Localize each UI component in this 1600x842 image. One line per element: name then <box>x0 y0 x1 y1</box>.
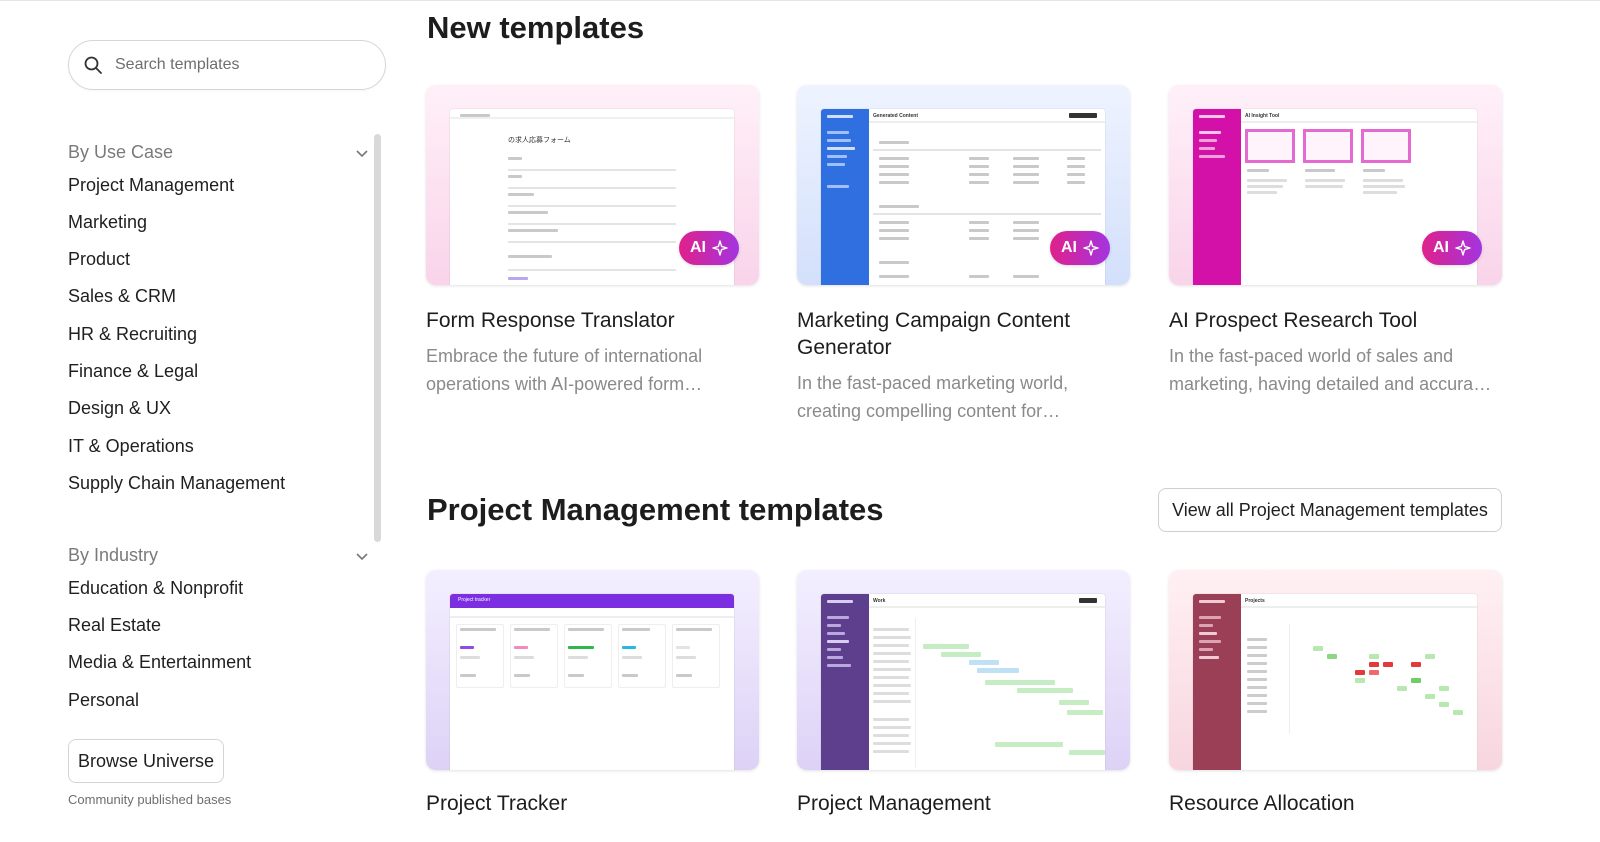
template-card-marketing-campaign[interactable]: Generated Content AI Marketing Campaign … <box>797 85 1131 421</box>
thumbnail-title: Generated Content <box>873 113 919 119</box>
card-title[interactable]: Resource Allocation <box>1169 790 1499 817</box>
thumbnail-sidebar <box>821 109 869 285</box>
browse-universe-button[interactable]: Browse Universe <box>68 739 224 783</box>
search-icon <box>84 56 102 74</box>
pm-templates-title: Project Management templates <box>427 492 884 527</box>
thumbnail-window: Work <box>821 594 1105 770</box>
use-case-heading-label: By Use Case <box>68 142 174 162</box>
card-title[interactable]: AI Prospect Research Tool <box>1169 307 1499 334</box>
template-card-resource-allocation[interactable]: Projects Resource Allocation <box>1169 570 1503 815</box>
ai-badge-label: AI <box>1061 239 1077 256</box>
sidebar-item-marketing[interactable]: Marketing <box>68 211 147 233</box>
sidebar-item-education-nonprofit[interactable]: Education & Nonprofit <box>68 577 243 599</box>
template-card-ai-prospect-research[interactable]: AI Insight Tool AI AI Prospect Research … <box>1169 85 1503 394</box>
thumbnail-window: Project tracker <box>450 594 734 770</box>
thumbnail-window: Projects <box>1193 594 1477 770</box>
ai-badge: AI <box>1422 231 1482 265</box>
sparkle-icon <box>1455 240 1471 256</box>
sparkle-icon <box>1083 240 1099 256</box>
search-box[interactable] <box>68 40 386 90</box>
ai-badge-label: AI <box>690 239 706 256</box>
card-title[interactable]: Marketing Campaign Content Generator <box>797 307 1127 361</box>
template-thumbnail[interactable]: Generated Content AI <box>797 85 1130 285</box>
thumbnail-sidebar <box>1193 109 1241 285</box>
new-templates-title: New templates <box>427 10 645 45</box>
sidebar-item-product[interactable]: Product <box>68 248 130 270</box>
browse-universe-subtext: Community published bases <box>68 792 232 807</box>
template-thumbnail[interactable]: Project tracker <box>426 570 759 770</box>
sidebar-scrollbar[interactable] <box>374 134 381 542</box>
card-title[interactable]: Form Response Translator <box>426 307 756 334</box>
thumbnail-title: AI Insight Tool <box>1245 113 1280 119</box>
sidebar-item-supply-chain[interactable]: Supply Chain Management <box>68 472 285 494</box>
sidebar-item-finance-legal[interactable]: Finance & Legal <box>68 360 198 382</box>
template-thumbnail[interactable]: の求人応募フォーム AI <box>426 85 759 285</box>
sidebar-item-media-entertainment[interactable]: Media & Entertainment <box>68 651 251 673</box>
template-card-form-response-translator[interactable]: の求人応募フォーム AI Form Response Translator Em… <box>426 85 760 394</box>
sidebar-item-real-estate[interactable]: Real Estate <box>68 614 161 636</box>
ai-badge: AI <box>1050 231 1110 265</box>
industry-heading[interactable]: By Industry <box>68 545 370 566</box>
ai-badge-label: AI <box>1433 239 1449 256</box>
use-case-heading[interactable]: By Use Case <box>68 142 370 163</box>
sidebar-item-personal[interactable]: Personal <box>68 689 139 711</box>
sidebar-item-hr-recruiting[interactable]: HR & Recruiting <box>68 323 197 345</box>
chevron-down-icon <box>356 149 368 157</box>
sidebar-item-it-operations[interactable]: IT & Operations <box>68 435 194 457</box>
thumbnail-sidebar <box>1193 594 1241 770</box>
card-title[interactable]: Project Management <box>797 790 1127 817</box>
thumbnail-title: の求人応募フォーム <box>508 137 571 144</box>
search-input[interactable] <box>115 56 365 74</box>
template-thumbnail[interactable]: AI Insight Tool AI <box>1169 85 1502 285</box>
template-thumbnail[interactable]: Projects <box>1169 570 1502 770</box>
card-description: In the fast-paced world of sales and mar… <box>1169 346 1492 394</box>
sidebar-item-project-management[interactable]: Project Management <box>68 174 234 196</box>
card-title[interactable]: Project Tracker <box>426 790 756 817</box>
chevron-down-icon <box>356 552 368 560</box>
sparkle-icon <box>712 240 728 256</box>
card-description: Embrace the future of international oper… <box>426 346 703 394</box>
thumbnail-title: Projects <box>1245 598 1265 604</box>
sidebar: By Use Case Project Management Marketing… <box>0 0 400 842</box>
thumbnail-title: Work <box>873 598 886 604</box>
sidebar-item-design-ux[interactable]: Design & UX <box>68 397 171 419</box>
card-description: In the fast-paced marketing world, creat… <box>797 373 1069 421</box>
view-all-pm-templates-button[interactable]: View all Project Management templates <box>1158 488 1502 532</box>
industry-heading-label: By Industry <box>68 545 159 565</box>
template-card-project-management[interactable]: Work Project Management <box>797 570 1131 815</box>
sidebar-item-sales-crm[interactable]: Sales & CRM <box>68 285 176 307</box>
thumbnail-title: Project tracker <box>458 597 491 603</box>
template-thumbnail[interactable]: Work <box>797 570 1130 770</box>
ai-badge: AI <box>679 231 739 265</box>
template-card-project-tracker[interactable]: Project tracker Project Tracker <box>426 570 760 815</box>
thumbnail-sidebar <box>821 594 869 770</box>
